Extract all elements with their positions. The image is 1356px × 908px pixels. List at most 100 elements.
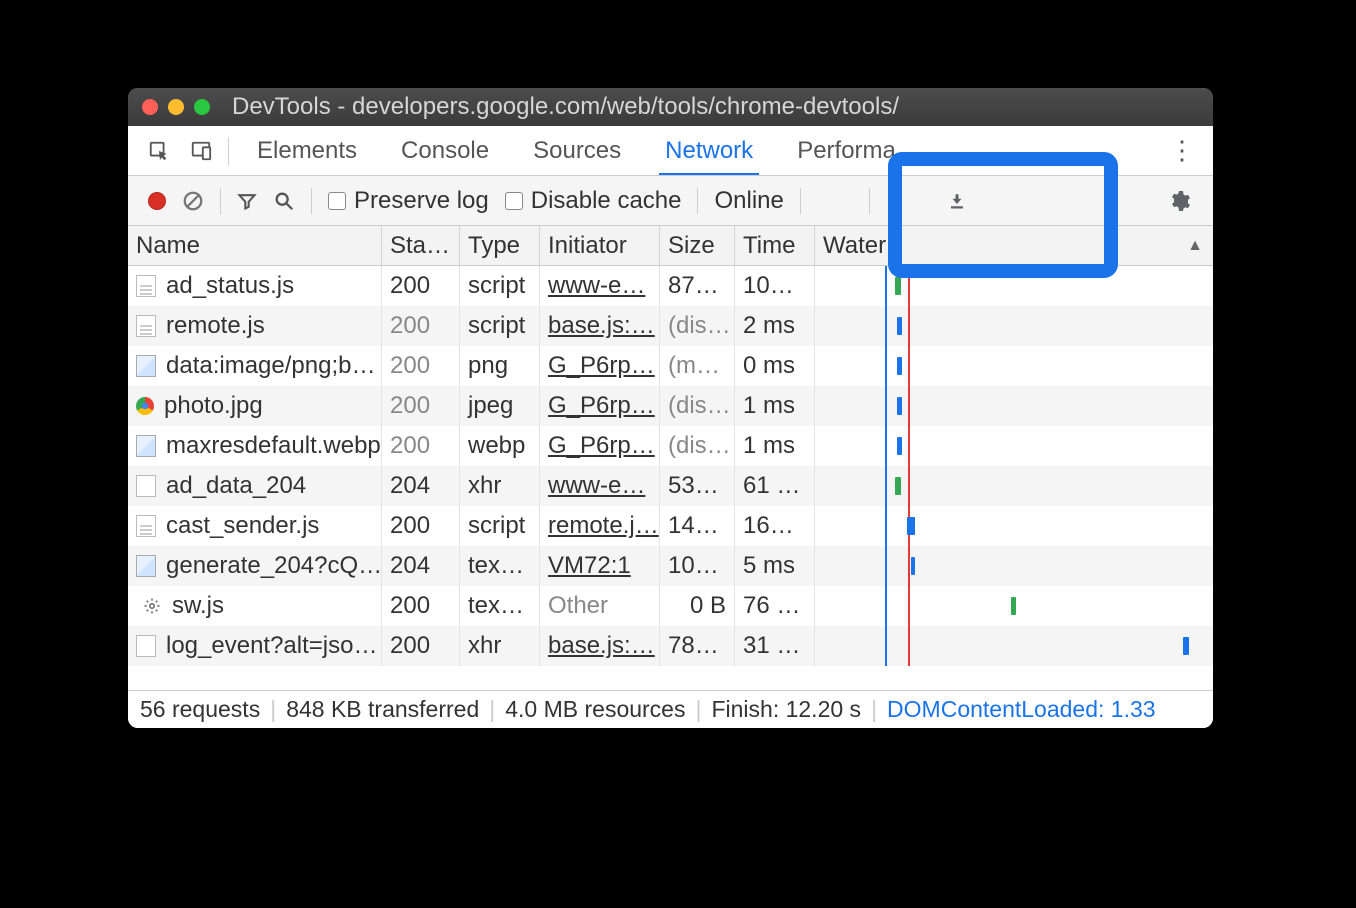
tab-sources[interactable]: Sources — [511, 126, 643, 175]
cell-type: tex… — [460, 586, 540, 626]
titlebar: DevTools - developers.google.com/web/too… — [128, 88, 1213, 126]
table-row[interactable]: data:image/png;b…200pngG_P6rp…(m…0 ms — [128, 346, 1213, 386]
col-header-waterfall[interactable]: Water ▲ — [815, 226, 1213, 265]
inspect-element-icon[interactable] — [138, 126, 180, 175]
preserve-log-checkbox[interactable]: Preserve log — [328, 187, 489, 215]
initiator-link[interactable]: G_P6rp… — [548, 392, 655, 420]
cell-status: 200 — [382, 626, 460, 666]
record-button[interactable] — [140, 192, 174, 210]
table-row[interactable]: maxresdefault.webp200webpG_P6rp…(dis…1 m… — [128, 426, 1213, 466]
waterfall-bar — [897, 317, 902, 335]
more-menu-icon[interactable]: ⋮ — [1161, 126, 1203, 175]
cell-time: 0 ms — [735, 346, 815, 386]
checkbox-icon — [328, 192, 346, 210]
cell-status: 200 — [382, 306, 460, 346]
col-header-time[interactable]: Time — [735, 226, 815, 265]
cell-size: 0 B — [660, 586, 735, 626]
initiator-link[interactable]: www-e… — [548, 472, 645, 500]
cell-waterfall — [815, 546, 1213, 586]
tab-performance[interactable]: Performa — [775, 126, 918, 175]
initiator-link[interactable]: remote.j… — [548, 512, 659, 540]
filter-icon[interactable] — [229, 191, 265, 211]
table-row[interactable]: sw.js200tex…Other0 B76 … — [128, 586, 1213, 626]
waterfall-bar — [897, 437, 902, 455]
tab-network[interactable]: Network — [643, 126, 775, 175]
minimize-window-button[interactable] — [168, 99, 184, 115]
cell-type: xhr — [460, 626, 540, 666]
col-header-status[interactable]: Sta… — [382, 226, 460, 265]
upload-icon[interactable] — [878, 192, 912, 210]
table-row[interactable]: generate_204?cQ…204tex…VM72:110…5 ms — [128, 546, 1213, 586]
waterfall-bar — [911, 557, 915, 575]
table-row[interactable]: ad_data_204204xhrwww-e…53…61 … — [128, 466, 1213, 506]
initiator-link[interactable]: VM72:1 — [548, 552, 631, 580]
table-row[interactable]: cast_sender.js200scriptremote.j…14…16… — [128, 506, 1213, 546]
cell-initiator: VM72:1 — [540, 546, 660, 586]
tab-console[interactable]: Console — [379, 126, 511, 175]
request-name: photo.jpg — [164, 392, 263, 420]
cell-size: (m… — [660, 346, 735, 386]
waterfall-bar — [907, 517, 915, 535]
initiator-link[interactable]: G_P6rp… — [548, 432, 655, 460]
cell-waterfall — [815, 346, 1213, 386]
network-status-dropdown[interactable]: Online — [714, 187, 783, 215]
disable-cache-label: Disable cache — [531, 187, 682, 215]
cell-name: generate_204?cQ… — [128, 546, 382, 586]
tab-elements[interactable]: Elements — [235, 126, 379, 175]
cell-type: script — [460, 506, 540, 546]
cell-initiator: Other — [540, 586, 660, 626]
image-file-icon — [136, 555, 156, 577]
cell-waterfall — [815, 266, 1213, 306]
initiator-link[interactable]: base.js:… — [548, 312, 655, 340]
cell-initiator: G_P6rp… — [540, 386, 660, 426]
window-controls — [142, 99, 210, 115]
cell-waterfall — [815, 386, 1213, 426]
cell-size: 87… — [660, 266, 735, 306]
network-toolbar: Preserve log Disable cache Online — [128, 176, 1213, 226]
col-header-size[interactable]: Size — [660, 226, 735, 265]
summary-transferred: 848 KB transferred — [286, 696, 479, 723]
waterfall-bar — [895, 277, 901, 295]
cell-name: ad_data_204 — [128, 466, 382, 506]
col-header-initiator[interactable]: Initiator — [540, 226, 660, 265]
table-row[interactable]: remote.js200scriptbase.js:…(dis…2 ms — [128, 306, 1213, 346]
gear-file-icon — [142, 595, 162, 617]
cell-name: log_event?alt=jso… — [128, 626, 382, 666]
cell-time: 2 ms — [735, 306, 815, 346]
image-file-icon — [136, 435, 156, 457]
table-row[interactable]: photo.jpg200jpegG_P6rp…(dis…1 ms — [128, 386, 1213, 426]
initiator-link[interactable]: G_P6rp… — [548, 352, 655, 380]
col-header-name[interactable]: Name — [128, 226, 382, 265]
image-file-icon — [136, 355, 156, 377]
cell-type: script — [460, 306, 540, 346]
table-row[interactable]: log_event?alt=jso…200xhrbase.js:…78…31 … — [128, 626, 1213, 666]
cell-name: photo.jpg — [128, 386, 382, 426]
settings-gear-icon[interactable] — [1159, 189, 1199, 213]
cell-waterfall — [815, 306, 1213, 346]
initiator-link[interactable]: base.js:… — [548, 632, 655, 660]
cell-time: 31 … — [735, 626, 815, 666]
cell-initiator: base.js:… — [540, 626, 660, 666]
script-file-icon — [136, 515, 156, 537]
search-icon[interactable] — [265, 190, 303, 212]
table-row[interactable]: ad_status.js200scriptwww-e…87…10… — [128, 266, 1213, 306]
file-icon — [136, 475, 156, 497]
cell-size: 14… — [660, 506, 735, 546]
download-icon[interactable] — [940, 192, 974, 210]
chrome-icon — [136, 397, 154, 415]
waterfall-bar — [1183, 637, 1189, 655]
disable-cache-checkbox[interactable]: Disable cache — [505, 187, 682, 215]
sort-indicator-icon: ▲ — [1187, 237, 1203, 255]
script-file-icon — [136, 275, 156, 297]
cell-time: 16… — [735, 506, 815, 546]
clear-icon[interactable] — [174, 190, 212, 212]
initiator-link[interactable]: www-e… — [548, 272, 645, 300]
cell-type: png — [460, 346, 540, 386]
request-name: maxresdefault.webp — [166, 432, 381, 460]
device-toolbar-icon[interactable] — [180, 126, 222, 175]
col-header-type[interactable]: Type — [460, 226, 540, 265]
maximize-window-button[interactable] — [194, 99, 210, 115]
cell-type: webp — [460, 426, 540, 466]
cell-initiator: G_P6rp… — [540, 426, 660, 466]
close-window-button[interactable] — [142, 99, 158, 115]
